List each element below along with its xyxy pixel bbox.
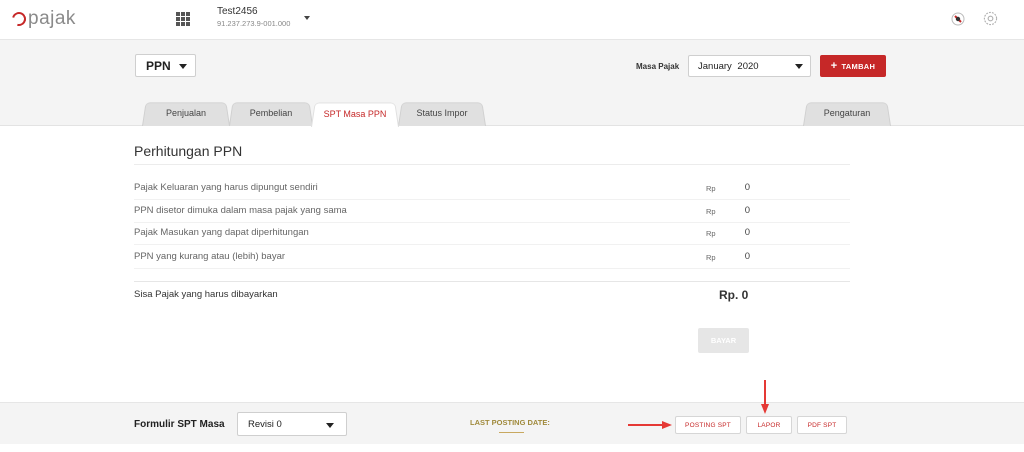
row-currency: Rp	[706, 253, 716, 262]
chevron-down-icon	[179, 64, 187, 69]
page-title: Perhitungan PPN	[134, 143, 243, 159]
annotation-arrow-right-icon	[628, 421, 672, 429]
masa-pajak-value: January 2020	[698, 61, 759, 72]
chevron-down-icon	[795, 64, 803, 69]
divider	[134, 164, 850, 165]
tab-label: Pembelian	[249, 108, 293, 118]
row-value: 0	[744, 251, 750, 262]
row-description: PPN disetor dimuka dalam masa pajak yang…	[134, 205, 347, 216]
tambah-label: TAMBAH	[841, 61, 876, 71]
annotation-arrow-down-icon	[761, 380, 769, 414]
row-currency: Rp	[706, 184, 716, 193]
last-posting-value	[499, 432, 524, 433]
plus-icon: +	[830, 59, 838, 72]
tab-label: SPT Masa PPN	[323, 108, 387, 119]
chevron-down-icon[interactable]	[304, 16, 310, 20]
masa-pajak-select[interactable]: January 2020	[688, 55, 811, 77]
tax-type-select[interactable]: PPN	[135, 54, 196, 77]
tab-label: Pengaturan	[823, 108, 871, 118]
chevron-down-icon	[326, 423, 334, 428]
sisa-pajak-value: Rp. 0	[719, 288, 749, 302]
tambah-button[interactable]: + TAMBAH	[820, 55, 886, 77]
company-npwp: 91.237.273.9-001.000	[217, 19, 291, 28]
row-value: 0	[744, 205, 750, 216]
row-currency: Rp	[706, 229, 716, 238]
sisa-pajak-label: Sisa Pajak yang harus dibayarkan	[134, 289, 278, 300]
settings-gear-icon[interactable]	[983, 11, 998, 26]
apps-grid-icon[interactable]	[176, 12, 190, 26]
tab-pembelian[interactable]: Pembelian	[229, 100, 313, 126]
logo-mark-icon	[9, 9, 29, 29]
lapor-button[interactable]: LAPOR	[746, 416, 792, 434]
tab-spt-masa-ppn[interactable]: SPT Masa PPN	[311, 100, 399, 127]
calculation-row: PPN disetor dimuka dalam masa pajak yang…	[134, 200, 850, 223]
last-posting-label: LAST POSTING DATE:	[470, 418, 550, 427]
company-name: Test2456	[217, 6, 258, 17]
tax-type-value: PPN	[146, 59, 171, 73]
calculation-row: Pajak Keluaran yang harus dipungut sendi…	[134, 177, 850, 200]
calculation-row: PPN yang kurang atau (lebih) bayar Rp 0	[134, 246, 850, 269]
bayar-button[interactable]: BAYAR	[698, 328, 749, 353]
row-description: Pajak Masukan yang dapat diperhitungan	[134, 227, 309, 238]
company-selector[interactable]: Test2456 91.237.273.9-001.000	[217, 6, 290, 28]
pdf-spt-button[interactable]: PDF SPT	[797, 416, 847, 434]
row-value: 0	[744, 182, 750, 193]
row-description: PPN yang kurang atau (lebih) bayar	[134, 251, 286, 262]
row-description: Pajak Keluaran yang harus dipungut sendi…	[134, 182, 318, 193]
calculation-row: Pajak Masukan yang dapat diperhitungan R…	[134, 222, 850, 245]
revisi-value: Revisi 0	[248, 419, 282, 430]
formulir-label: Formulir SPT Masa	[134, 419, 225, 430]
tab-status-impor[interactable]: Status Impor	[398, 100, 486, 126]
masa-pajak-label: Masa Pajak	[636, 62, 680, 71]
tab-pengaturan[interactable]: Pengaturan	[803, 100, 891, 126]
divider	[134, 281, 850, 282]
row-currency: Rp	[706, 207, 716, 216]
pajak-logo[interactable]: pajak	[9, 8, 76, 30]
revisi-select[interactable]: Revisi 0	[237, 412, 347, 436]
top-bar	[0, 0, 1024, 40]
row-value: 0	[744, 227, 750, 238]
notification-icon[interactable]	[951, 12, 965, 26]
logo-text: pajak	[28, 8, 76, 29]
tab-label: Status Impor	[416, 108, 468, 118]
posting-spt-button[interactable]: POSTING SPT	[675, 416, 741, 434]
tab-penjualan[interactable]: Penjualan	[142, 100, 230, 126]
tab-label: Penjualan	[165, 108, 207, 118]
